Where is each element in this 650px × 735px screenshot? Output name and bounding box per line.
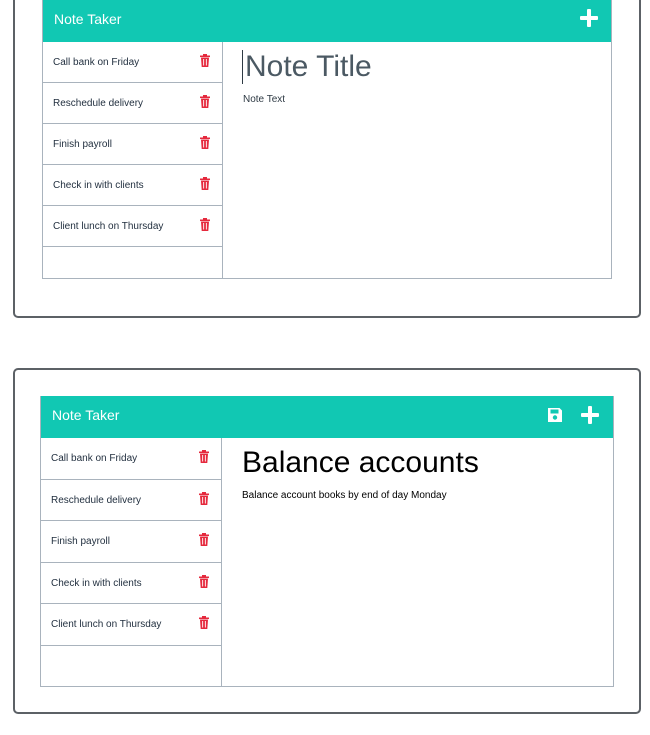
note-editor: Note Title Note Text [223,42,611,278]
note-taker-app: Note Taker Call bank on Friday Reschedul… [40,396,614,687]
screenshot-frame-empty-note: Note Taker Call bank on Friday Reschedul… [13,0,641,318]
navbar: Note Taker [41,396,613,438]
note-list-title[interactable]: Reschedule delivery [53,98,143,109]
list-item[interactable]: Finish payroll [43,124,222,165]
note-title-input[interactable]: Note Title [242,50,372,84]
note-list-title[interactable]: Client lunch on Thursday [53,221,163,232]
list-item[interactable]: Reschedule delivery [41,480,221,521]
note-text-input[interactable]: Note Text [243,94,285,105]
note-list-title[interactable]: Reschedule delivery [51,495,141,506]
list-item[interactable]: Client lunch on Thursday [43,206,222,247]
brand-title[interactable]: Note Taker [52,407,119,423]
trash-icon[interactable] [199,574,209,588]
list-item[interactable]: Call bank on Friday [43,42,222,83]
brand-title[interactable]: Note Taker [54,11,121,27]
note-list-title[interactable]: Finish payroll [51,536,110,547]
plus-icon[interactable] [580,9,598,27]
trash-icon[interactable] [200,136,210,149]
list-item[interactable]: Check in with clients [41,563,221,604]
list-item[interactable]: Client lunch on Thursday [41,604,221,646]
note-list-title[interactable]: Check in with clients [51,578,142,589]
trash-icon[interactable] [200,218,210,231]
trash-icon[interactable] [200,54,210,67]
plus-icon[interactable] [581,406,599,424]
note-list-title[interactable]: Check in with clients [53,180,144,191]
list-item[interactable]: Call bank on Friday [41,438,221,480]
list-item[interactable]: Check in with clients [43,165,222,206]
screenshot-frame-filled-note: Note Taker Call bank on Friday Reschedul… [13,368,641,714]
trash-icon[interactable] [199,616,209,629]
trash-icon[interactable] [199,450,209,463]
trash-icon[interactable] [199,491,209,505]
note-editor: Balance accounts Balance account books b… [222,438,613,686]
list-item[interactable]: Finish payroll [41,521,221,563]
note-title-input[interactable]: Balance accounts [242,446,479,480]
floppy-disk-icon[interactable] [547,407,563,423]
note-list-title[interactable]: Finish payroll [53,139,112,150]
note-list: Call bank on Friday Reschedule delivery [43,42,223,278]
note-list-title[interactable]: Client lunch on Thursday [51,619,161,630]
note-text-input[interactable]: Balance account books by end of day Mond… [242,490,447,501]
trash-icon[interactable] [200,177,210,190]
note-list: Call bank on Friday Reschedule delivery [41,438,222,686]
note-list-title[interactable]: Call bank on Friday [53,57,139,68]
list-item[interactable]: Reschedule delivery [43,83,222,124]
note-taker-app: Note Taker Call bank on Friday Reschedul… [42,0,612,279]
trash-icon[interactable] [199,533,209,546]
navbar: Note Taker [43,0,611,42]
trash-icon[interactable] [200,95,210,108]
note-list-title[interactable]: Call bank on Friday [51,453,137,464]
